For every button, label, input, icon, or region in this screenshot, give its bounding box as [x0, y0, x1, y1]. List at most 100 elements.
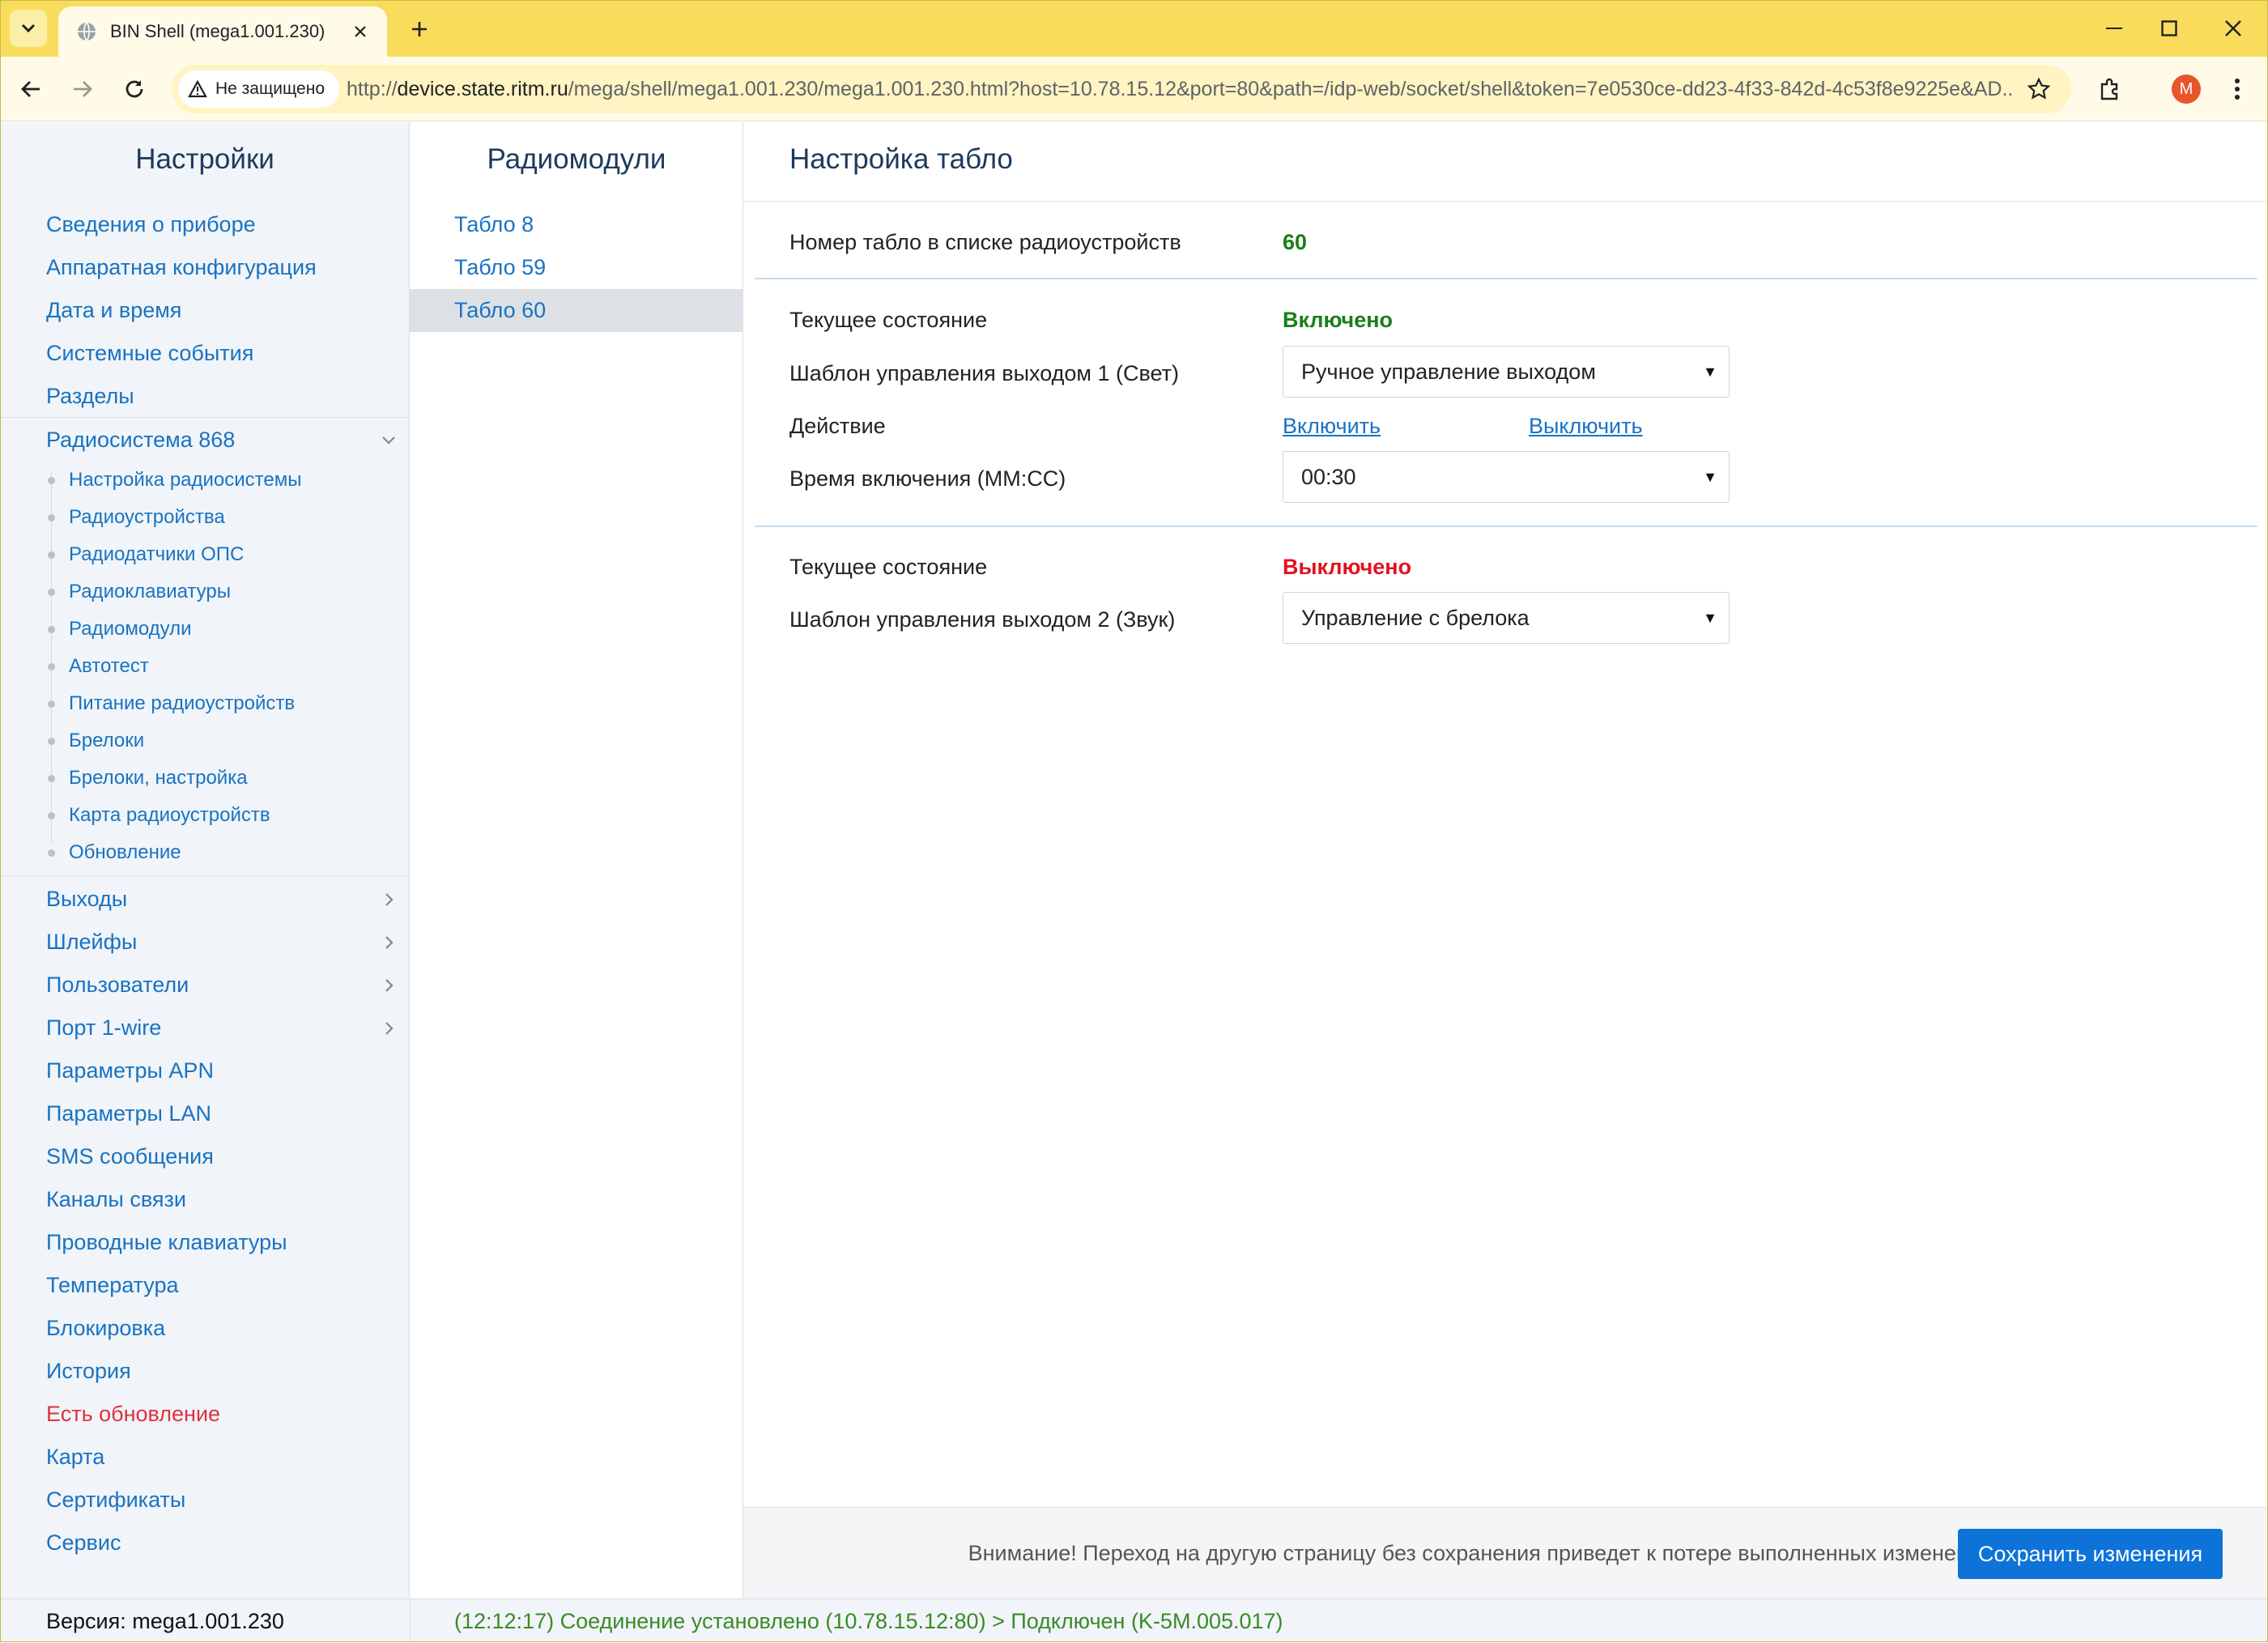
back-button[interactable]: [13, 71, 49, 107]
output1-time-select[interactable]: 00:30 ▼: [1283, 451, 1730, 503]
sidebar-divider: [0, 875, 410, 876]
sidebar-item-label: Пользователи: [46, 973, 189, 997]
sidebar-subitem-keyfobs[interactable]: Брелоки: [0, 722, 410, 760]
list-item-tablo-60[interactable]: Табло 60: [410, 289, 743, 332]
sidebar-item-label: Шлейфы: [46, 930, 138, 954]
sidebar-subitem-radio-devices[interactable]: Радиоустройства: [0, 499, 410, 536]
bullet-icon: [48, 551, 55, 559]
arrow-right-icon: [74, 81, 92, 97]
sidebar-subitem-radiosystem-setup[interactable]: Настройка радиосистемы: [0, 462, 410, 499]
output1-template-select[interactable]: Ручное управление выходом ▼: [1283, 346, 1730, 398]
bullet-icon: [48, 626, 55, 633]
sidebar-item-users[interactable]: Пользователи: [0, 964, 410, 1007]
sidebar-item-lan[interactable]: Параметры LAN: [0, 1092, 410, 1135]
output2-template-label: Шаблон управления выходом 2 (Звук): [789, 607, 1176, 632]
extensions-button[interactable]: [2092, 71, 2128, 107]
sidebar-item-system-events[interactable]: Системные события: [0, 332, 410, 375]
sidebar-subitem-radio-power[interactable]: Питание радиоустройств: [0, 685, 410, 722]
sidebar-item-1wire-port[interactable]: Порт 1-wire: [0, 1007, 410, 1049]
save-changes-button[interactable]: Сохранить изменения: [1958, 1529, 2223, 1579]
sidebar-item-service[interactable]: Сервис: [0, 1522, 410, 1564]
sidebar-subitem-label: Автотест: [69, 655, 149, 677]
sidebar-subitem-label: Настройка радиосистемы: [69, 469, 302, 491]
sidebar-subitem-radio-map[interactable]: Карта радиоустройств: [0, 797, 410, 834]
sidebar-subitem-label: Радиоклавиатуры: [69, 581, 232, 602]
settings-sidebar: Настройки Сведения о приборе Аппаратная …: [0, 122, 410, 1598]
address-bar[interactable]: Не защищено http://device.state.ritm.ru/…: [172, 65, 2071, 113]
sidebar-subitem-update[interactable]: Обновление: [0, 834, 410, 871]
security-indicator[interactable]: Не защищено: [178, 70, 339, 108]
output2-state-value: Выключено: [1283, 555, 1412, 579]
sidebar-subitem-label: Обновление: [69, 841, 181, 863]
arrow-left-icon: [21, 81, 40, 97]
status-divider: [410, 1599, 411, 1643]
profile-avatar[interactable]: M: [2172, 74, 2201, 104]
sidebar-subitem-label: Брелоки: [69, 730, 145, 751]
browser-tab[interactable]: BIN Shell (mega1.001.230): [58, 6, 387, 57]
sidebar-item-channels[interactable]: Каналы связи: [0, 1178, 410, 1221]
sidebar-subitem-radio-sensors[interactable]: Радиодатчики ОПС: [0, 536, 410, 573]
sidebar-item-outputs[interactable]: Выходы: [0, 878, 410, 921]
list-item-tablo-59[interactable]: Табло 59: [410, 246, 743, 289]
sidebar-item-certificates[interactable]: Сертификаты: [0, 1479, 410, 1522]
turn-off-link[interactable]: Выключить: [1529, 410, 1643, 442]
output2-template-select[interactable]: Управление с брелока ▼: [1283, 592, 1730, 644]
sidebar-item-lock[interactable]: Блокировка: [0, 1307, 410, 1350]
sidebar-item-loops[interactable]: Шлейфы: [0, 921, 410, 964]
sidebar-subitem-autotest[interactable]: Автотест: [0, 648, 410, 685]
sidebar-divider: [0, 417, 410, 418]
minimize-button[interactable]: [2087, 0, 2142, 57]
sidebar-item-device-info[interactable]: Сведения о приборе: [0, 203, 410, 246]
sidebar-subitem-label: Карта радиоустройств: [69, 804, 270, 826]
sidebar-subitem-keyfobs-setup[interactable]: Брелоки, настройка: [0, 760, 410, 797]
close-tab-icon[interactable]: [348, 19, 372, 44]
sidebar-item-wired-keypads[interactable]: Проводные клавиатуры: [0, 1221, 410, 1264]
output1-state-label: Текущее состояние: [789, 308, 988, 332]
sidebar-item-apn[interactable]: Параметры APN: [0, 1049, 410, 1092]
sidebar-subitem-radio-keypads[interactable]: Радиоклавиатуры: [0, 573, 410, 611]
sidebar-item-hardware-config[interactable]: Аппаратная конфигурация: [0, 246, 410, 289]
plus-icon: [412, 22, 427, 36]
app-root: Настройки Сведения о приборе Аппаратная …: [0, 122, 2268, 1643]
sidebar-item-temperature[interactable]: Температура: [0, 1264, 410, 1307]
reload-icon: [126, 80, 143, 98]
new-tab-button[interactable]: [402, 11, 437, 47]
chevron-down-icon: [379, 419, 398, 462]
reload-button[interactable]: [117, 71, 152, 107]
maximize-button[interactable]: [2142, 0, 2197, 57]
close-window-button[interactable]: [2206, 0, 2261, 57]
sidebar-item-radiosystem[interactable]: Радиосистема 868: [0, 419, 410, 462]
bullet-icon: [48, 812, 55, 819]
warning-icon: [188, 80, 207, 98]
tab-search-button[interactable]: [10, 10, 47, 47]
bookmark-star-icon[interactable]: [2024, 74, 2053, 104]
list-item-tablo-8[interactable]: Табло 8: [410, 203, 743, 246]
sidebar-item-sections[interactable]: Разделы: [0, 375, 410, 418]
puzzle-icon: [2100, 78, 2118, 100]
sidebar-item-history[interactable]: История: [0, 1350, 410, 1393]
sidebar-subitem-radio-modules[interactable]: Радиомодули: [0, 611, 410, 648]
close-icon: [2225, 20, 2241, 36]
unsaved-warning: Внимание! Переход на другую страницу без…: [968, 1541, 1993, 1565]
url-prefix: http://: [347, 78, 398, 100]
forward-button[interactable]: [65, 71, 100, 107]
header-divider: [743, 201, 2268, 202]
sidebar-item-update-available[interactable]: Есть обновление: [0, 1393, 410, 1436]
section-divider: [755, 278, 2257, 279]
tablo-settings-content: Настройка табло Номер табло в списке рад…: [743, 122, 2268, 1598]
bullet-icon: [48, 738, 55, 745]
save-footer: Внимание! Переход на другую страницу без…: [743, 1507, 2268, 1598]
sidebar-item-date-time[interactable]: Дата и время: [0, 289, 410, 332]
connection-status: (12:12:17) Соединение установлено (10.78…: [454, 1609, 1283, 1633]
select-value: Управление с брелока: [1301, 606, 1530, 630]
browser-menu-button[interactable]: [2219, 71, 2255, 107]
url-text[interactable]: http://device.state.ritm.ru/mega/shell/m…: [347, 65, 2015, 113]
chevron-right-icon: [379, 921, 398, 964]
sidebar-item-map[interactable]: Карта: [0, 1436, 410, 1479]
chevron-right-icon: [379, 878, 398, 921]
sidebar-item-sms[interactable]: SMS сообщения: [0, 1135, 410, 1178]
turn-on-link[interactable]: Включить: [1283, 410, 1381, 442]
maximize-icon: [2161, 20, 2177, 36]
sidebar-title: Настройки: [135, 143, 274, 175]
output1-action-label: Действие: [789, 414, 886, 438]
